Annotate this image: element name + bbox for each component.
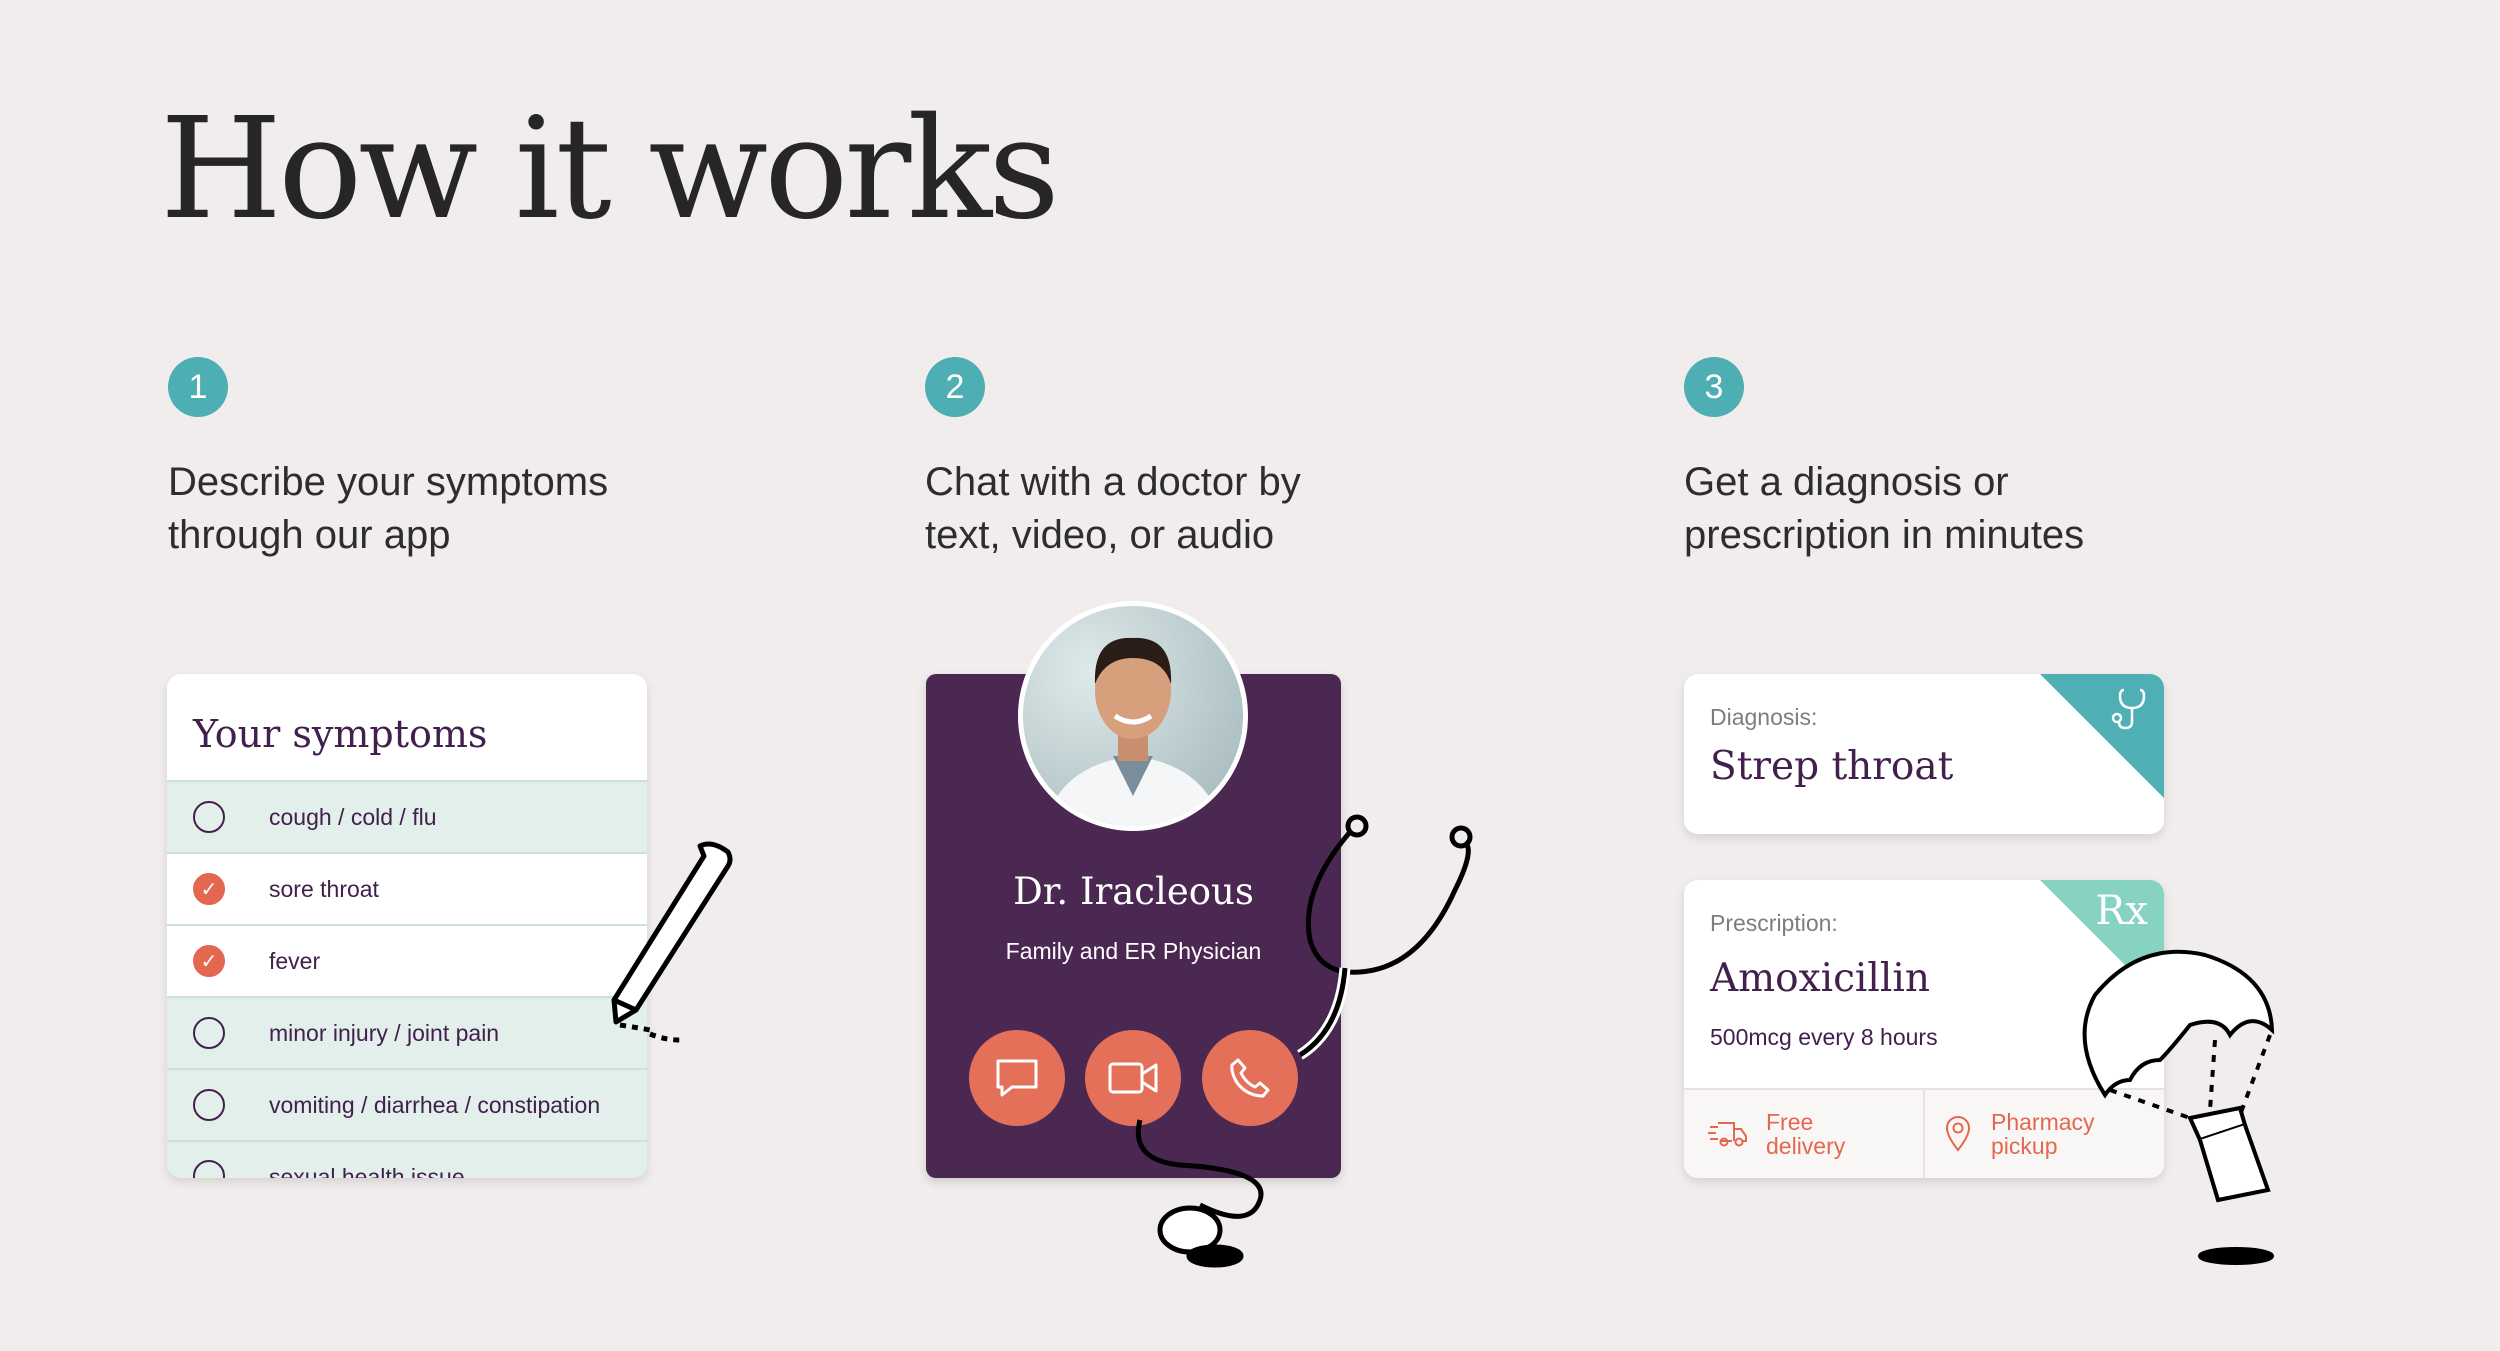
chat-button[interactable] (969, 1030, 1065, 1126)
rx-icon: Rx (2095, 888, 2148, 934)
step-3-text: Get a diagnosis or prescription in minute… (1684, 456, 2284, 562)
symptom-label: sore throat (269, 875, 379, 902)
radio-unchecked-icon[interactable] (193, 801, 225, 833)
radio-unchecked-icon[interactable] (193, 1160, 225, 1178)
step-1-line1: Describe your symptoms (168, 460, 609, 504)
symptom-label: minor injury / joint pain (269, 1019, 500, 1046)
video-call-button[interactable] (1085, 1030, 1181, 1126)
doctor-name: Dr. Iracleous (1013, 870, 1254, 913)
page-title: How it works (160, 88, 1060, 251)
step-2-badge: 2 (925, 357, 985, 417)
chat-icon (996, 1059, 1038, 1097)
symptoms-title: Your symptoms (193, 712, 488, 756)
step-2-line2: text, video, or audio (925, 513, 1275, 557)
checkmark-icon[interactable]: ✓ (193, 945, 225, 977)
step-1-text: Describe your symptoms through our app (168, 456, 768, 562)
radio-unchecked-icon[interactable] (193, 1089, 225, 1121)
free-delivery-option[interactable]: Free delivery (1684, 1090, 1923, 1178)
option-line: pickup (1991, 1133, 2058, 1159)
radio-unchecked-icon[interactable] (193, 1017, 225, 1049)
symptom-row[interactable]: ✓ sore throat (167, 852, 647, 924)
step-3-line1: Get a diagnosis or (1684, 460, 2009, 504)
doctor-avatar (1018, 601, 1248, 831)
symptom-label: vomiting / diarrhea / constipation (269, 1091, 601, 1118)
doctor-role: Family and ER Physician (1005, 938, 1262, 964)
option-line: Free (1766, 1109, 1814, 1135)
step-1-badge: 1 (168, 357, 228, 417)
diagnosis-value: Strep throat (1710, 744, 1954, 789)
truck-icon (1708, 1122, 1747, 1147)
diagnosis-card: Diagnosis: Strep throat (1684, 674, 2164, 834)
option-line: delivery (1766, 1133, 1846, 1159)
symptom-row[interactable]: cough / cold / flu (167, 780, 647, 852)
symptom-row[interactable]: vomiting / diarrhea / constipation (167, 1068, 647, 1140)
doctor-photo (1044, 637, 1222, 826)
checkmark-icon[interactable]: ✓ (193, 873, 225, 905)
diagnosis-label: Diagnosis: (1710, 704, 1818, 730)
prescription-card: Rx Prescription: Amoxicillin 500mcg ever… (1684, 880, 2164, 1178)
prescription-label: Prescription: (1710, 910, 1838, 936)
phone-icon (1230, 1058, 1270, 1098)
step-3-line2: prescription in minutes (1684, 513, 2085, 557)
audio-call-button[interactable] (1202, 1030, 1298, 1126)
symptom-label: sexual health issue (269, 1164, 465, 1178)
step-1-line2: through our app (168, 513, 451, 557)
symptoms-card: Your symptoms cough / cold / flu ✓ sore t… (167, 674, 647, 1178)
location-pin-icon (1945, 1116, 1971, 1152)
option-line: Pharmacy (1991, 1109, 2095, 1135)
symptom-row[interactable]: ✓ fever (167, 924, 647, 996)
prescription-dosage: 500mcg every 8 hours (1710, 1024, 1938, 1050)
symptom-label: fever (269, 947, 321, 974)
stethoscope-icon (2111, 688, 2146, 730)
symptom-label: cough / cold / flu (269, 803, 437, 830)
prescription-value: Amoxicillin (1710, 956, 1930, 1001)
video-icon (1108, 1062, 1158, 1094)
step-2-line1: Chat with a doctor by (925, 460, 1301, 504)
fulfillment-options: Free delivery Pharmacy pickup (1684, 1088, 2164, 1178)
pharmacy-pickup-option[interactable]: Pharmacy pickup (1923, 1090, 2164, 1178)
symptom-row[interactable]: minor injury / joint pain (167, 996, 647, 1068)
step-2-text: Chat with a doctor by text, video, or aud… (925, 456, 1525, 562)
step-3-badge: 3 (1684, 357, 1744, 417)
symptom-row[interactable]: sexual health issue (167, 1140, 647, 1178)
